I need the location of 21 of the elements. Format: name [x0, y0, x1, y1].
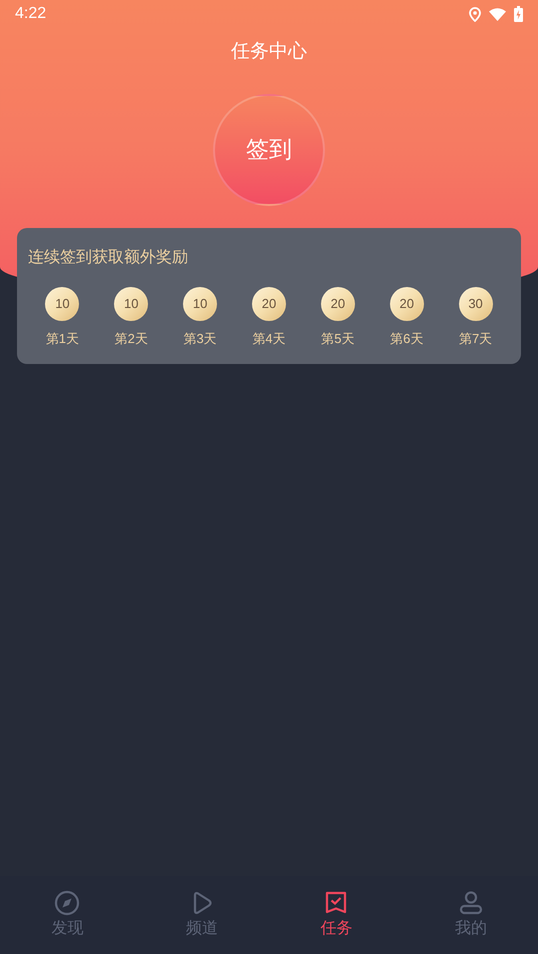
reward-coin: 10	[183, 286, 218, 320]
page-title: 任务中心	[231, 40, 307, 64]
day-label: 第5天	[321, 330, 354, 348]
nav-tab[interactable]: 任务	[269, 890, 404, 954]
reward-coin: 20	[390, 286, 424, 320]
nav-tab[interactable]: 发现	[0, 890, 134, 954]
day-label: 第3天	[184, 330, 217, 348]
day-label: 第4天	[252, 330, 286, 348]
day-label: 第6天	[390, 330, 424, 348]
day-label: 第2天	[114, 330, 148, 348]
reward-coin: 20	[320, 286, 355, 320]
day-label: 第1天	[46, 330, 80, 348]
nav-tab[interactable]: 我的	[404, 890, 538, 954]
card-title: 连续签到获取额外奖励	[28, 248, 189, 268]
reward-coin: 20	[252, 286, 286, 320]
reward-coin: 30	[458, 286, 493, 320]
reward-coin: 10	[45, 286, 80, 320]
day-label: 第7天	[458, 330, 492, 348]
status-time: 4:22	[15, 4, 46, 24]
nav-tab[interactable]: 频道	[134, 890, 269, 954]
reward-coin: 10	[114, 286, 148, 320]
